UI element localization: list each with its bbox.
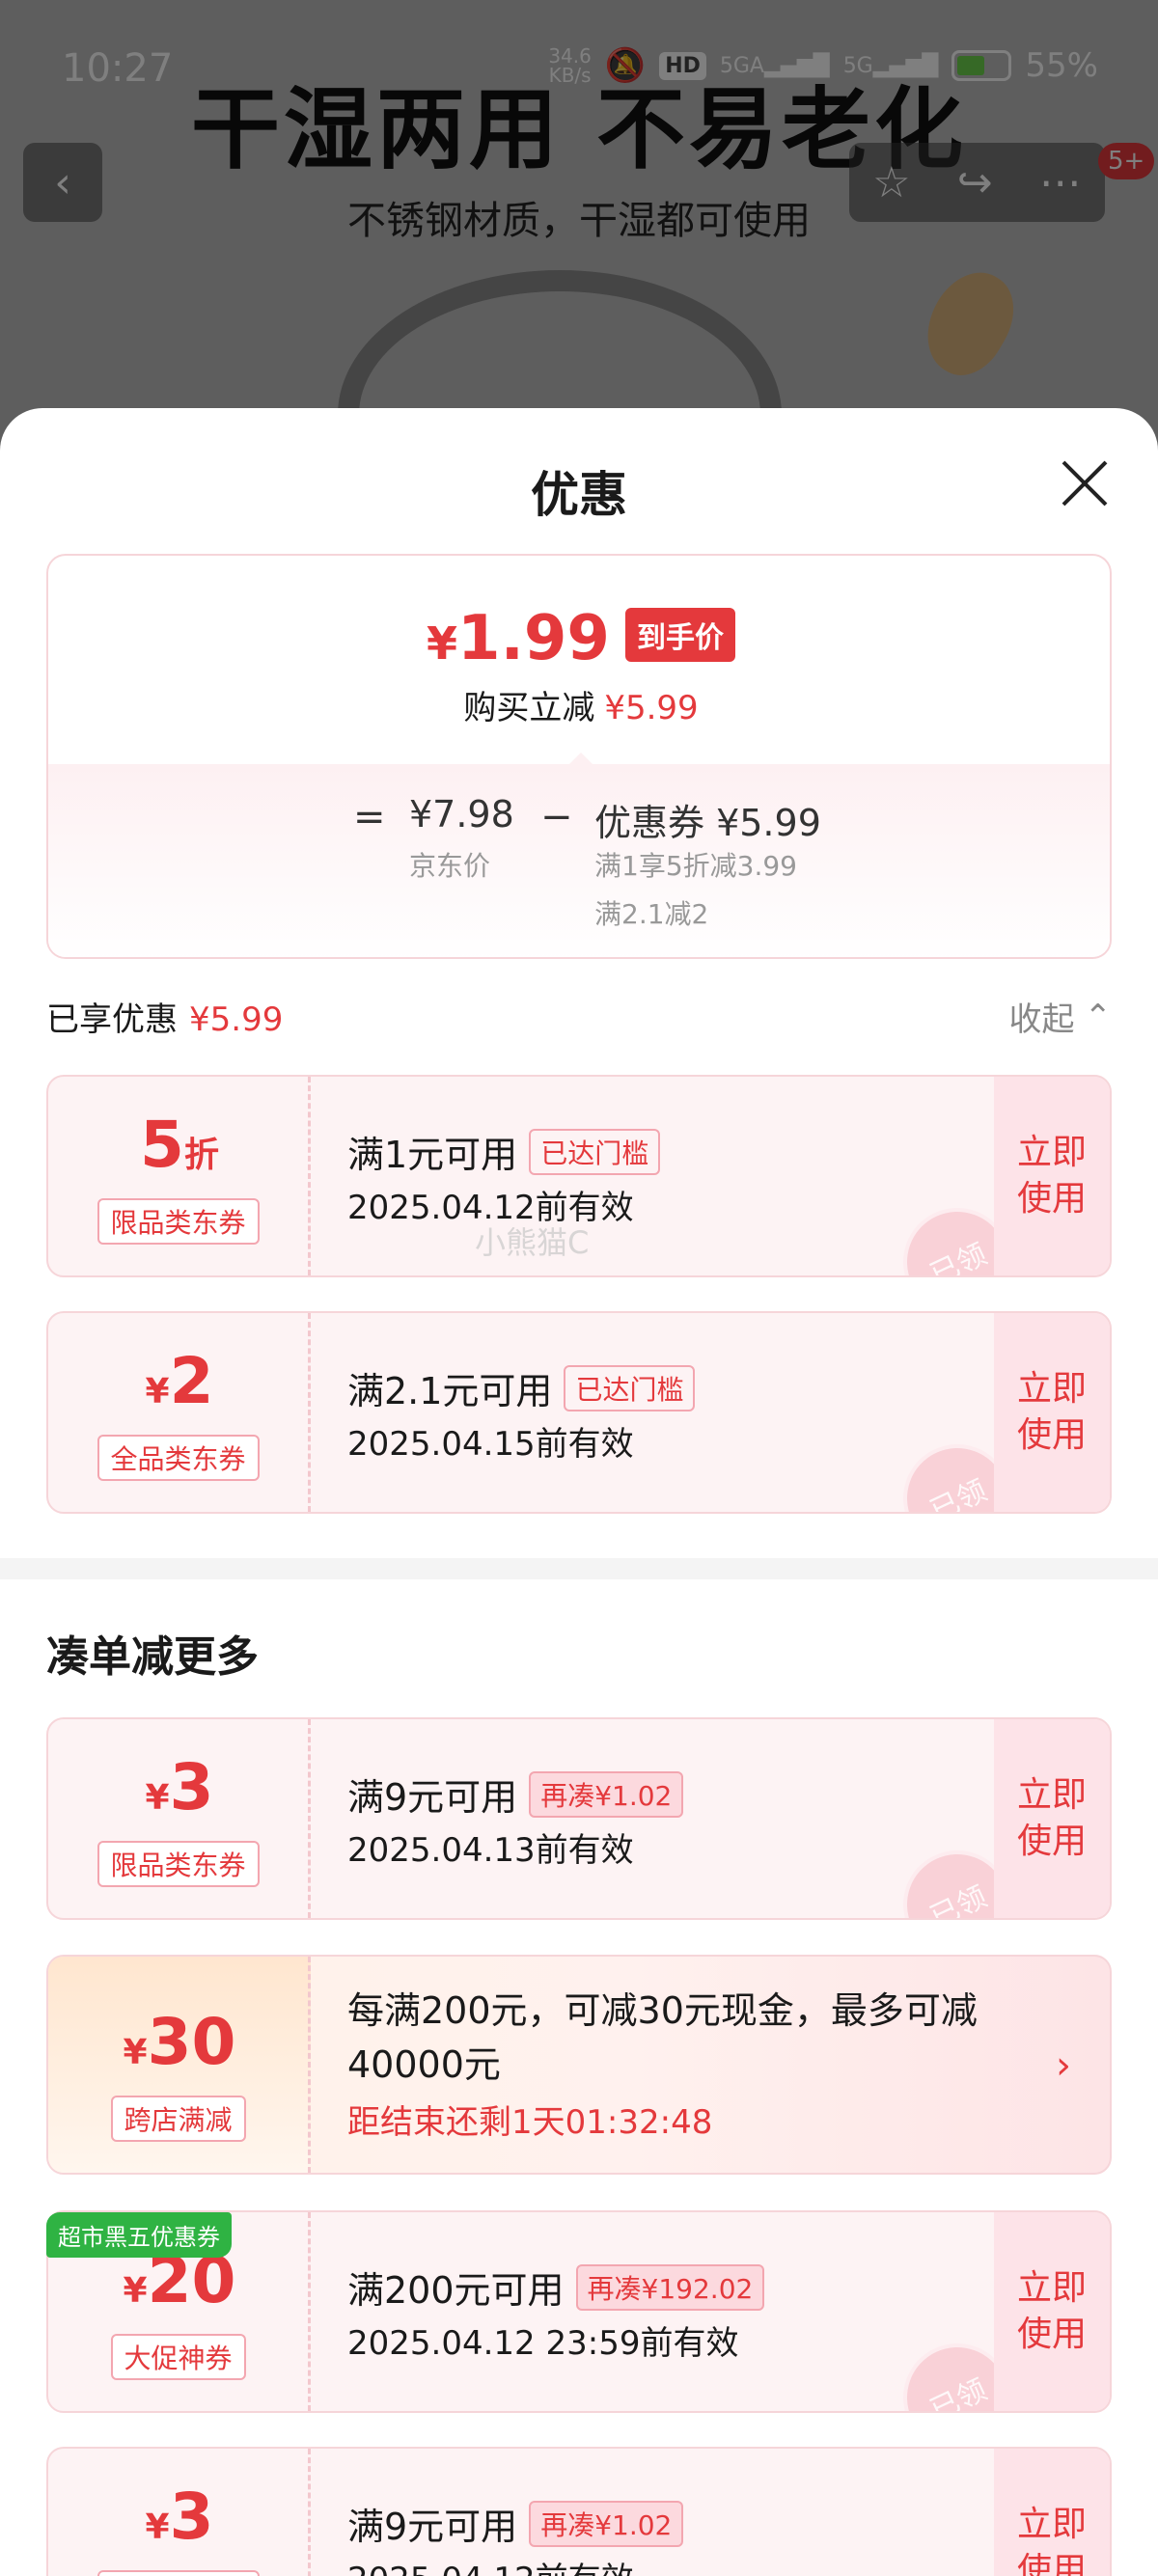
promo-countdown: 距结束还剩1天01:32:48 (347, 2103, 713, 2142)
coupon-value: ¥3 (48, 1756, 311, 1820)
enjoyed-discount: 已享优惠 ¥5.99 (46, 993, 283, 1040)
sheet-title: 优惠 (531, 467, 627, 523)
coupon-value-area: 5折 限品类东券 (48, 1077, 311, 1275)
coupon-validity: 2025.04.12前有效 (347, 2553, 634, 2576)
promo-type: 跨店满减 (110, 2096, 246, 2142)
coupon-detail-1: 满1享5折减3.99 (594, 850, 797, 882)
condition-text: 满200元可用 (347, 2269, 565, 2312)
collapse-button[interactable]: 收起 ⌃ (1009, 993, 1113, 1040)
close-icon[interactable] (1058, 456, 1112, 510)
price-summary: ¥1.99 到手价 购买立减 ¥5.99 = ¥7.98 京东价 − 优惠券 ¥5… (46, 554, 1112, 959)
use-now-button[interactable]: 立即 使用 (994, 1719, 1110, 1918)
price-formula: = ¥7.98 京东价 − 优惠券 ¥5.99 满1享5折减3.99 满2.1减… (48, 764, 1110, 957)
reduce-label: 购买立减 (463, 689, 595, 727)
enjoyed-value: ¥5.99 (189, 1000, 284, 1039)
coupon-value: ¥20 (48, 2249, 311, 2313)
minus-sign: − (540, 795, 573, 839)
coupon-card: ¥3 限品类东券 满9元可用 再凑¥1.02 2025.04.13前有效 已领 … (46, 1717, 1112, 1920)
coupon-amount: 5 (140, 1108, 184, 1182)
supermarket-coupon-tag: 超市黑五优惠券 (46, 2212, 232, 2258)
jd-price: ¥7.98 (409, 793, 514, 836)
coupon-currency: ¥ (123, 2271, 148, 2311)
coupon-total: 优惠券 ¥5.99 (594, 802, 821, 844)
reduce-line: 购买立减 ¥5.99 (48, 681, 1110, 728)
overlay-dim[interactable] (0, 0, 1158, 453)
jd-price-label: 京东价 (409, 850, 491, 882)
add-more-badge: 再凑¥1.02 (529, 1770, 684, 1818)
condition-text: 满9元可用 (347, 1776, 518, 1819)
chevron-up-icon: ⌃ (1084, 997, 1113, 1036)
coupon-condition: 满1元可用 已达门槛 (347, 1125, 661, 1178)
coupon-validity: 2025.04.12 23:59前有效 (347, 2324, 739, 2363)
enjoyed-label: 已享优惠 (46, 1000, 178, 1039)
coupon-value: ¥3 (48, 2485, 311, 2549)
final-amount: 1.99 (457, 603, 610, 674)
threshold-badge: 已达门槛 (529, 1128, 661, 1175)
coupon-validity: 2025.04.15前有效 (347, 1425, 634, 1464)
coupon-value-area: ¥3 限品类东券 (48, 2449, 311, 2576)
coupon-currency: ¥ (145, 1372, 170, 1411)
coupon-validity: 2025.04.13前有效 (347, 1831, 634, 1870)
coupon-unit: 折 (183, 1136, 219, 1175)
coupon-amount: 3 (169, 2480, 214, 2554)
add-more-badge: 再凑¥192.02 (575, 2263, 765, 2311)
coupon-amount: 2 (169, 1344, 214, 1418)
reduce-value: ¥5.99 (604, 689, 699, 727)
condition-text: 满9元可用 (347, 2506, 518, 2548)
watermark: 小熊猫C (475, 1224, 590, 1261)
use-now-button[interactable]: 立即 使用 (994, 2212, 1110, 2411)
add-more-badge: 再凑¥1.02 (529, 2500, 684, 2547)
condition-text: 满2.1元可用 (347, 1370, 553, 1412)
final-price: ¥1.99 到手价 (48, 608, 1110, 670)
coupon-amount: 3 (169, 1750, 214, 1824)
condition-text: 满1元可用 (347, 1134, 518, 1176)
coupon-value-area: ¥3 限品类东券 (48, 1719, 311, 1918)
coupon-condition: 满9元可用 再凑¥1.02 (347, 2497, 684, 2550)
final-currency: ¥ (427, 617, 458, 670)
coupon-type: 限品类东券 (96, 1841, 260, 1887)
section-divider (0, 1558, 1158, 1579)
coupon-value: 5折 (48, 1113, 311, 1177)
cross-store-promo[interactable]: ¥30 跨店满减 每满200元，可减30元现金，最多可减40000元 距结束还剩… (46, 1955, 1112, 2175)
coupon-type: 限品类东券 (96, 1198, 260, 1245)
promo-value-area: ¥30 跨店满减 (48, 1957, 311, 2173)
coupon-condition: 满200元可用 再凑¥192.02 (347, 2261, 765, 2314)
collapse-label: 收起 (1008, 1000, 1075, 1039)
coupon-value: ¥2 (48, 1350, 311, 1413)
promo-currency: ¥ (123, 2033, 148, 2072)
equals-sign: = (353, 795, 386, 839)
coupon-detail-2: 满2.1减2 (594, 898, 709, 930)
coupon-condition: 满9元可用 再凑¥1.02 (347, 1768, 684, 1821)
coupon-card: ¥3 限品类东券 满9元可用 再凑¥1.02 2025.04.12前有效 立即使… (46, 2447, 1112, 2576)
promo-text: 每满200元，可减30元现金，最多可减40000元 (347, 1989, 978, 2086)
final-price-tag: 到手价 (624, 608, 735, 662)
use-now-button[interactable]: 立即 使用 (994, 1313, 1110, 1512)
coupon-value-area: ¥2 全品类东券 (48, 1313, 311, 1512)
coupon-type: 大促神券 (110, 2334, 246, 2380)
promo-value: ¥30 (48, 2005, 311, 2079)
coupon-type: 限品类东券 (96, 2570, 260, 2576)
chevron-right-icon: › (1056, 2043, 1071, 2088)
coupon-card: ¥2 全品类东券 满2.1元可用 已达门槛 2025.04.15前有效 已领 立… (46, 1311, 1112, 1514)
use-now-button[interactable]: 立即 使用 (994, 2449, 1110, 2576)
threshold-badge: 已达门槛 (564, 1364, 696, 1411)
coupon-currency: ¥ (145, 2507, 170, 2547)
coupon-condition: 满2.1元可用 已达门槛 (347, 1361, 696, 1414)
section-title-more: 凑单减更多 (46, 1632, 259, 1682)
coupon-currency: ¥ (145, 1778, 170, 1818)
promo-amount: 30 (147, 2005, 236, 2079)
use-now-button[interactable]: 立即 使用 (994, 1077, 1110, 1275)
coupon-type: 全品类东券 (96, 1435, 260, 1481)
